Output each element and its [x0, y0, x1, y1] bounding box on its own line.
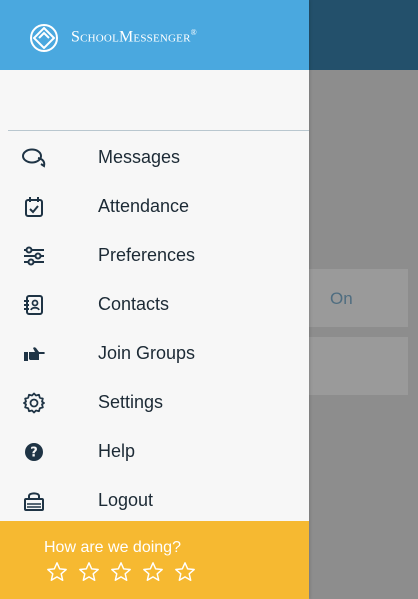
menu-item-contacts[interactable]: Contacts [0, 281, 309, 329]
svg-text:?: ? [30, 446, 38, 461]
menu-item-label: Contacts [98, 294, 170, 314]
star-icon[interactable] [110, 561, 132, 583]
menu-item-settings[interactable]: Settings [0, 379, 309, 427]
star-icon[interactable] [142, 561, 164, 583]
menu-divider [8, 130, 309, 131]
background-toggle-value: On [330, 289, 353, 308]
menu-item-logout[interactable]: Logout [0, 477, 309, 525]
pointing-hand-icon [22, 342, 46, 366]
navigation-drawer: SchoolMessenger® Messages Attendance Pre… [0, 0, 309, 599]
menu-item-label: Logout [98, 490, 154, 510]
menu-item-join-groups[interactable]: Join Groups [0, 330, 309, 378]
chat-bubbles-icon [22, 146, 46, 170]
drawer-header: SchoolMessenger® [0, 0, 309, 70]
feedback-title: How are we doing? [44, 539, 181, 556]
star-icon[interactable] [174, 561, 196, 583]
menu-item-label: Messages [98, 147, 181, 167]
menu-item-label: Settings [98, 392, 164, 412]
menu-item-label: Preferences [98, 245, 196, 265]
gear-icon [22, 391, 46, 415]
menu-item-label: Attendance [98, 196, 190, 216]
lock-icon [22, 489, 46, 513]
sliders-icon [22, 244, 46, 268]
menu-item-messages[interactable]: Messages [0, 134, 309, 182]
calendar-check-icon [22, 195, 46, 219]
feedback-panel: How are we doing? [0, 521, 309, 599]
brand-name: SchoolMessenger® [71, 28, 197, 46]
menu-item-help[interactable]: ? Help [0, 428, 309, 476]
menu-item-attendance[interactable]: Attendance [0, 183, 309, 231]
menu-item-label: Join Groups [98, 343, 196, 363]
brand-text: SchoolMessenger [71, 28, 191, 46]
star-icon[interactable] [78, 561, 100, 583]
brand-registered-mark: ® [190, 28, 197, 37]
schoolmessenger-logo-icon [30, 24, 58, 52]
rating-stars [46, 561, 196, 583]
star-icon[interactable] [46, 561, 68, 583]
address-book-icon [22, 293, 46, 317]
menu-item-preferences[interactable]: Preferences [0, 232, 309, 280]
menu-item-label: Help [98, 441, 136, 461]
question-circle-icon: ? [22, 440, 46, 464]
